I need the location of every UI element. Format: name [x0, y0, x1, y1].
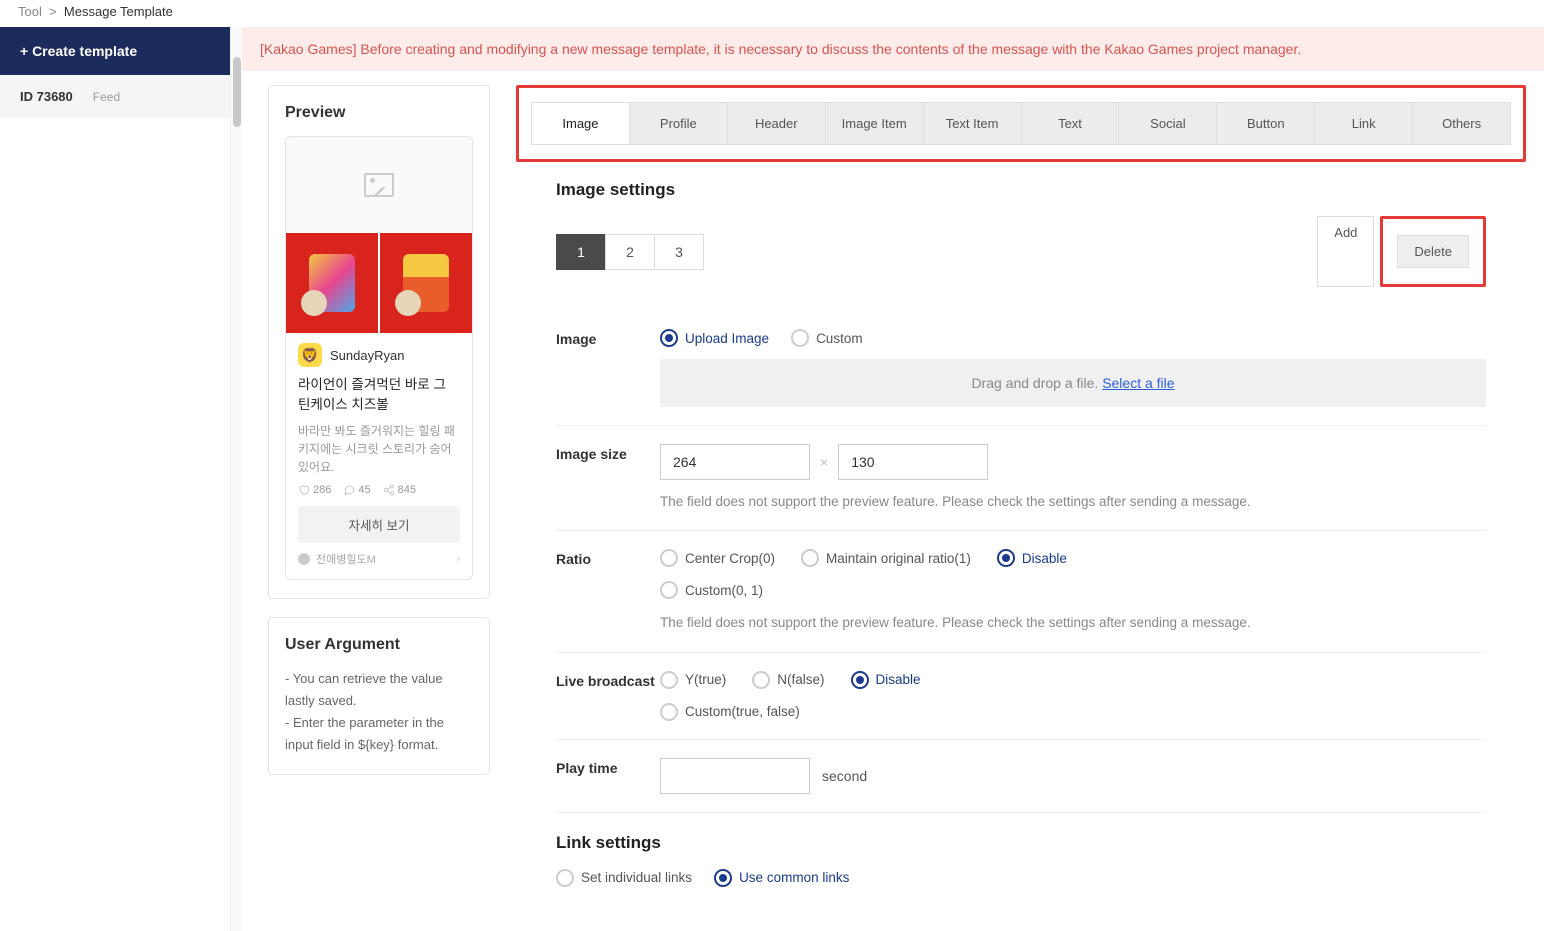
tab-image-item[interactable]: Image Item: [826, 103, 924, 144]
create-template-button[interactable]: + Create template: [0, 27, 230, 75]
tab-image[interactable]: Image: [532, 103, 630, 144]
radio-upload-image[interactable]: Upload Image: [660, 329, 769, 347]
image-settings-title: Image settings: [556, 180, 1486, 200]
play-time-label: Play time: [556, 758, 660, 794]
template-id: ID 73680: [20, 89, 73, 104]
user-argument-title: User Argument: [285, 636, 473, 654]
user-argument-panel: User Argument - You can retrieve the val…: [268, 617, 490, 775]
file-dropzone[interactable]: Drag and drop a file. Select a file: [660, 359, 1486, 407]
warning-alert: [Kakao Games] Before creating and modify…: [242, 27, 1544, 71]
preview-image-2: [380, 233, 472, 333]
radio-ratio-disable[interactable]: Disable: [997, 549, 1067, 567]
image-size-label: Image size: [556, 444, 660, 512]
preview-panel: Preview 🦁 SundayRyan: [268, 85, 490, 599]
radio-center-crop[interactable]: Center Crop(0): [660, 549, 775, 567]
preview-image-1: [286, 233, 378, 333]
breadcrumb-current: Message Template: [64, 4, 173, 19]
scrollbar[interactable]: [230, 27, 242, 931]
ratio-help-text: The field does not support the preview f…: [660, 613, 1486, 633]
avatar-icon: 🦁: [298, 343, 322, 367]
breadcrumb: Tool > Message Template: [0, 0, 1544, 27]
times-icon: ×: [820, 454, 828, 470]
footer-icon: [298, 553, 310, 565]
template-type: Feed: [93, 90, 120, 104]
preview-card-desc: 바라만 봐도 즐거워지는 힐링 패키지에는 시크릿 스토리가 숨어있어요.: [298, 422, 460, 476]
delete-button[interactable]: Delete: [1397, 235, 1469, 268]
radio-live-n[interactable]: N(false): [752, 671, 824, 689]
image-icon: [364, 173, 394, 197]
ratio-label: Ratio: [556, 549, 660, 633]
preview-image-placeholder: [286, 137, 472, 233]
radio-live-y[interactable]: Y(true): [660, 671, 726, 689]
radio-common-links[interactable]: Use common links: [714, 869, 849, 887]
radio-maintain-ratio[interactable]: Maintain original ratio(1): [801, 549, 971, 567]
preview-profile: 🦁 SundayRyan: [298, 343, 460, 367]
tab-social[interactable]: Social: [1119, 103, 1217, 144]
preview-card: 🦁 SundayRyan 라이언이 즐겨먹던 바로 그 틴케이스 치즈볼 바라만…: [285, 136, 473, 580]
tab-others[interactable]: Others: [1413, 103, 1510, 144]
size-help-text: The field does not support the preview f…: [660, 492, 1486, 512]
user-argument-text: - You can retrieve the value lastly save…: [285, 668, 473, 756]
index-2-button[interactable]: 2: [605, 234, 655, 270]
chevron-right-icon: ›: [456, 553, 460, 565]
live-broadcast-label: Live broadcast: [556, 671, 660, 721]
tab-profile[interactable]: Profile: [630, 103, 728, 144]
add-button[interactable]: Add: [1317, 216, 1374, 287]
tab-link[interactable]: Link: [1315, 103, 1413, 144]
settings-tabs: Image Profile Header Image Item Text Ite…: [531, 102, 1511, 145]
heart-icon: [298, 484, 310, 496]
play-time-input[interactable]: [660, 758, 810, 794]
height-input[interactable]: [838, 444, 988, 480]
radio-custom-image[interactable]: Custom: [791, 329, 863, 347]
comment-icon: [343, 484, 355, 496]
tabs-highlight: Image Profile Header Image Item Text Ite…: [516, 85, 1526, 162]
share-icon: [383, 484, 395, 496]
radio-ratio-custom[interactable]: Custom(0, 1): [660, 581, 763, 599]
tab-text[interactable]: Text: [1022, 103, 1120, 144]
breadcrumb-root[interactable]: Tool: [18, 4, 42, 19]
preview-stats: 286 45 845: [298, 484, 460, 496]
delete-highlight: Delete: [1380, 216, 1486, 287]
index-1-button[interactable]: 1: [556, 234, 606, 270]
width-input[interactable]: [660, 444, 810, 480]
index-3-button[interactable]: 3: [654, 234, 704, 270]
profile-name: SundayRyan: [330, 348, 404, 363]
select-file-link[interactable]: Select a file: [1102, 375, 1174, 391]
image-index-buttons: 1 2 3: [556, 234, 703, 270]
radio-live-disable[interactable]: Disable: [851, 671, 921, 689]
scroll-thumb[interactable]: [233, 57, 241, 127]
radio-live-custom[interactable]: Custom(true, false): [660, 703, 800, 721]
sidebar-template-item[interactable]: ID 73680 Feed: [0, 75, 230, 118]
image-label: Image: [556, 329, 660, 407]
sidebar: + Create template ID 73680 Feed: [0, 27, 230, 931]
tab-text-item[interactable]: Text Item: [924, 103, 1022, 144]
tab-button[interactable]: Button: [1217, 103, 1315, 144]
preview-images: [286, 233, 472, 333]
play-time-unit: second: [822, 768, 867, 784]
preview-title: Preview: [285, 104, 473, 122]
preview-footer: 전애병힐도M ›: [298, 551, 460, 567]
link-settings-title: Link settings: [556, 833, 1486, 853]
preview-detail-button[interactable]: 자세히 보기: [298, 506, 460, 543]
preview-card-title: 라이언이 즐겨먹던 바로 그 틴케이스 치즈볼: [298, 375, 460, 416]
tab-header[interactable]: Header: [728, 103, 826, 144]
radio-individual-links[interactable]: Set individual links: [556, 869, 692, 887]
